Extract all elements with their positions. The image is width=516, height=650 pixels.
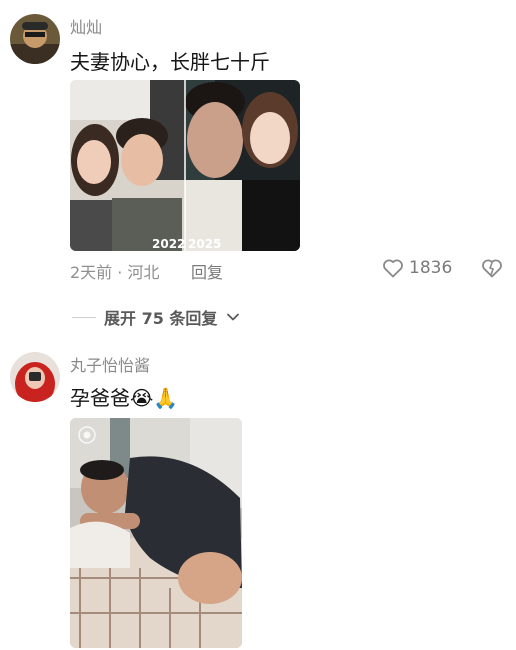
avatar-image: [10, 14, 60, 64]
expand-replies-label: 展开 75 条回复: [104, 309, 218, 328]
comment-meta: 2天前 · 河北: [70, 263, 160, 282]
divider: [72, 316, 96, 318]
comment-item: 灿灿 夫妻协心，长胖七十斤 2022 2025 2天前 · 河北 回复 1836…: [0, 0, 516, 340]
expand-replies[interactable]: 展开 75 条回复: [72, 305, 241, 329]
comment-item: 丸子怡怡酱 孕爸爸😭🙏: [0, 340, 516, 650]
broken-heart-icon: [482, 259, 502, 278]
photo-label-right: 2025: [188, 237, 221, 251]
comment-text: 孕爸爸😭🙏: [70, 382, 178, 411]
sleeping-man-photo-image: [70, 418, 242, 648]
photo-label-left: 2022: [152, 237, 185, 251]
chevron-down-icon: [227, 313, 240, 321]
couple-photo-image: 2022 2025: [70, 80, 300, 251]
like-count: 1836: [409, 258, 453, 278]
heart-icon: [383, 259, 403, 278]
reply-button[interactable]: 回复: [191, 259, 223, 283]
avatar-image: [10, 352, 60, 402]
crying-emoji: 😭: [130, 386, 154, 410]
like-button[interactable]: 1836: [381, 256, 452, 280]
avatar[interactable]: [10, 14, 60, 64]
comment-text-body: 孕爸爸: [70, 386, 130, 410]
comment-photo[interactable]: 2022 2025: [70, 80, 300, 251]
dislike-button[interactable]: [480, 256, 504, 284]
avatar[interactable]: [10, 352, 60, 402]
comment-text: 夫妻协心，长胖七十斤: [70, 50, 270, 74]
username[interactable]: 灿灿: [70, 14, 102, 38]
praying-emoji: 🙏: [153, 386, 179, 410]
username[interactable]: 丸子怡怡酱: [70, 352, 150, 376]
comment-photo[interactable]: [70, 418, 242, 648]
